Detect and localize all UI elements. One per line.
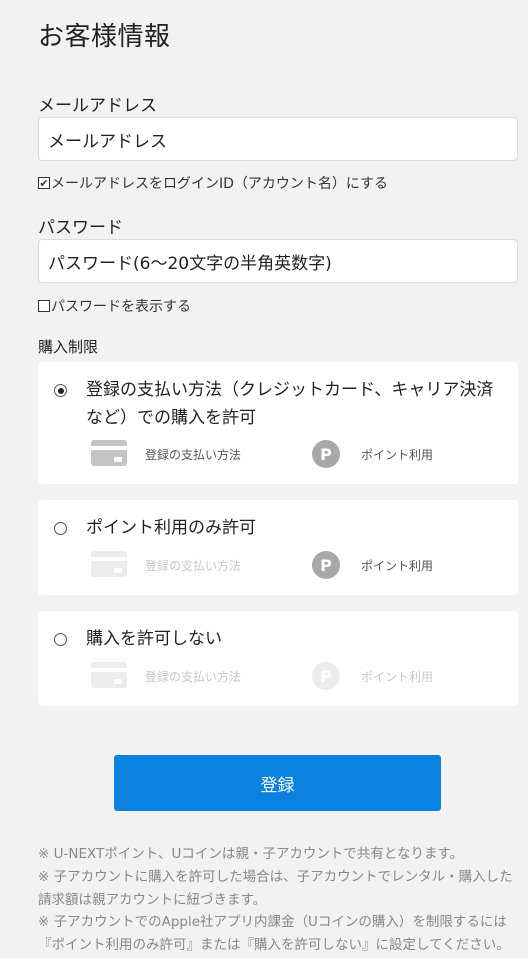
note-shared-points: ※ U-NEXTポイント、Uコインは親・子アカウントで共有となります。	[38, 846, 464, 862]
show-password-checkbox[interactable]	[38, 300, 50, 312]
purchase-option-points-only[interactable]: ポイント利用のみ許可 登録の支払い方法 P ポイント利用	[38, 500, 518, 595]
option-label: 購入を許可しない	[86, 629, 222, 649]
point-icon: P	[312, 440, 340, 468]
show-password-checkbox-row[interactable]: パスワードを表示する	[38, 296, 191, 316]
password-field[interactable]: パスワード(6〜20文字の半角英数字)	[38, 239, 518, 283]
option-label: 登録の支払い方法（クレジットカード、キャリア決済など）での購入を許可	[86, 380, 494, 428]
point-icon: P	[312, 662, 340, 690]
show-password-label: パスワードを表示する	[51, 299, 191, 315]
email-as-login-label: メールアドレスをログインID（アカウント名）にする	[51, 176, 389, 192]
radio-allow-payment[interactable]	[54, 384, 67, 397]
page-title: お客様情報	[38, 22, 171, 52]
radio-points-only[interactable]	[54, 522, 67, 535]
purchase-limit-label: 購入制限	[38, 338, 99, 356]
card-icon-label: 登録の支払い方法	[145, 448, 242, 462]
note-child-billing: ※ 子アカウントに購入を許可した場合は、子アカウントでレンタル・購入した請求額は…	[38, 869, 513, 908]
email-label: メールアドレス	[38, 96, 157, 116]
credit-card-icon	[91, 662, 127, 688]
register-button[interactable]: 登録	[114, 755, 441, 811]
point-icon-label: ポイント利用	[361, 670, 434, 684]
email-as-login-checkbox[interactable]: ✔	[38, 177, 50, 189]
radio-disallow[interactable]	[54, 633, 67, 646]
point-icon: P	[312, 551, 340, 579]
option-label: ポイント利用のみ許可	[86, 518, 256, 538]
email-placeholder: メールアドレス	[48, 131, 167, 152]
purchase-option-disallow[interactable]: 購入を許可しない 登録の支払い方法 P ポイント利用	[38, 611, 518, 706]
password-label: パスワード	[38, 218, 123, 238]
card-icon-label: 登録の支払い方法	[145, 670, 242, 684]
email-field[interactable]: メールアドレス	[38, 117, 518, 161]
credit-card-icon	[91, 440, 127, 466]
point-icon-label: ポイント利用	[361, 448, 434, 462]
email-as-login-checkbox-row[interactable]: ✔ メールアドレスをログインID（アカウント名）にする	[38, 173, 388, 193]
note-apple-iap: ※ 子アカウントでのApple社アプリ内課金（Uコインの購入）を制限するには『ポ…	[38, 914, 510, 953]
credit-card-icon	[91, 551, 127, 577]
password-placeholder: パスワード(6〜20文字の半角英数字)	[48, 253, 332, 274]
purchase-option-allow-payment[interactable]: 登録の支払い方法（クレジットカード、キャリア決済など）での購入を許可 登録の支払…	[38, 362, 518, 484]
point-icon-label: ポイント利用	[361, 559, 434, 573]
card-icon-label: 登録の支払い方法	[145, 559, 242, 573]
